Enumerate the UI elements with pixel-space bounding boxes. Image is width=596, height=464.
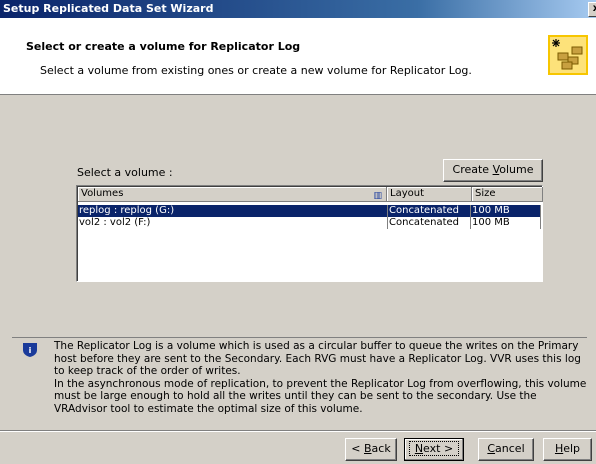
column-header-layout[interactable]: Layout bbox=[387, 187, 472, 202]
window-title: Setup Replicated Data Set Wizard bbox=[3, 2, 214, 15]
back-button[interactable]: < Back bbox=[345, 438, 397, 461]
page-title: Select or create a volume for Replicator… bbox=[26, 40, 301, 53]
info-paragraph-2: In the asynchronous mode of replication,… bbox=[54, 377, 587, 415]
cancel-button[interactable]: Cancel bbox=[478, 438, 534, 461]
close-button[interactable]: x bbox=[588, 2, 596, 17]
info-panel: i The Replicator Log is a volume which i… bbox=[12, 337, 587, 426]
volume-layout-cell: Concatenated bbox=[388, 217, 471, 229]
create-volume-button[interactable]: Create Volume bbox=[443, 159, 543, 182]
sort-icon: ▥ bbox=[373, 191, 382, 201]
next-button[interactable]: Next > bbox=[404, 438, 464, 461]
help-button[interactable]: Help bbox=[543, 438, 592, 461]
wizard-replication-icon bbox=[548, 35, 588, 75]
wizard-header: Select or create a volume for Replicator… bbox=[0, 18, 596, 95]
column-header-size[interactable]: Size bbox=[472, 187, 543, 202]
page-subtitle: Select a volume from existing ones or cr… bbox=[40, 64, 472, 77]
info-shield-icon: i bbox=[23, 343, 37, 357]
footer-divider bbox=[0, 430, 596, 432]
volume-row-vol2[interactable]: vol2 : vol2 (F:) Concatenated 100 MB bbox=[78, 217, 541, 229]
volumes-list[interactable]: Volumes ▥ Layout Size replog : replog (G… bbox=[76, 185, 543, 282]
info-paragraph-1: The Replicator Log is a volume which is … bbox=[54, 340, 581, 378]
volume-row-replog[interactable]: replog : replog (G:) Concatenated 100 MB bbox=[78, 205, 541, 217]
volume-name-cell: vol2 : vol2 (F:) bbox=[78, 217, 388, 229]
volume-size-cell: 100 MB bbox=[471, 205, 541, 217]
volume-size-cell: 100 MB bbox=[471, 217, 541, 229]
volumes-list-header: Volumes ▥ Layout Size bbox=[78, 187, 543, 202]
title-bar: Setup Replicated Data Set Wizard x bbox=[0, 0, 596, 18]
svg-text:i: i bbox=[29, 346, 32, 355]
volume-layout-cell: Concatenated bbox=[388, 205, 471, 217]
info-text: The Replicator Log is a volume which is … bbox=[54, 340, 589, 416]
column-header-volumes[interactable]: Volumes ▥ bbox=[78, 187, 387, 202]
select-volume-label: Select a volume : bbox=[77, 166, 173, 179]
volume-name-cell: replog : replog (G:) bbox=[78, 205, 388, 217]
